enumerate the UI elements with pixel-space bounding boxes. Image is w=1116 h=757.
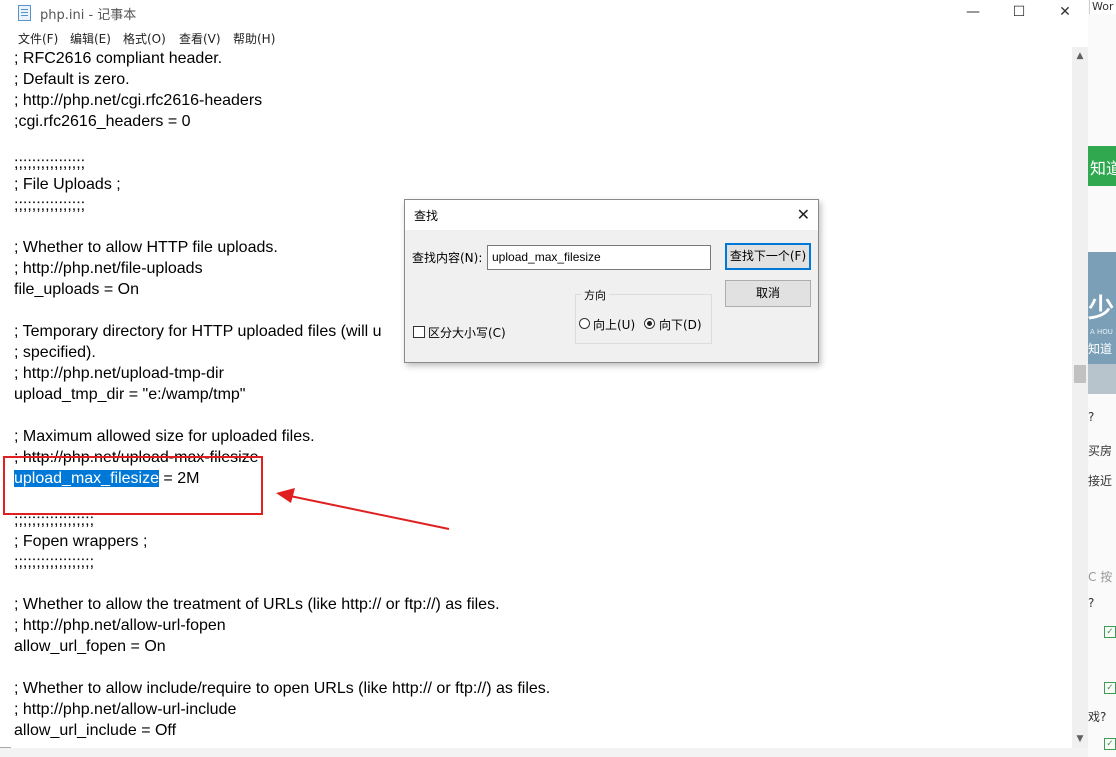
- vertical-scrollbar[interactable]: ▲ ▼: [1072, 47, 1088, 748]
- background-photo-text: 少: [1088, 294, 1115, 324]
- menu-view[interactable]: 查看(V): [179, 30, 221, 47]
- editor-line: ; Whether to allow HTTP file uploads.: [14, 239, 278, 256]
- background-text-2: 接近: [1088, 474, 1113, 488]
- match-case-checkbox[interactable]: [413, 326, 425, 338]
- background-text-question-2: ?: [1088, 596, 1095, 610]
- editor-line: ; specified).: [14, 344, 96, 361]
- background-photo-2: [1088, 364, 1116, 394]
- annotation-highlight-box: [3, 456, 263, 515]
- editor-line: ; File Uploads ;: [14, 176, 121, 193]
- editor-line: ; Whether to allow include/require to op…: [14, 680, 551, 697]
- direction-up-radio[interactable]: [579, 318, 590, 329]
- text-editor[interactable]: ; RFC2616 compliant header. ; Default is…: [11, 47, 1072, 748]
- cancel-button[interactable]: 取消: [725, 280, 811, 307]
- menu-format[interactable]: 格式(O): [123, 30, 166, 47]
- editor-line: file_uploads = On: [14, 281, 139, 298]
- find-dialog-close-button[interactable]: ✕: [797, 205, 810, 224]
- background-text-1: 买房: [1088, 444, 1113, 458]
- find-next-button[interactable]: 查找下一个(F): [725, 243, 811, 270]
- maximize-button[interactable]: ☐: [996, 0, 1042, 26]
- background-banner-text: 知道: [1090, 159, 1116, 178]
- find-dialog-title: 查找: [414, 209, 439, 223]
- menu-help[interactable]: 帮助(H): [233, 30, 275, 47]
- editor-line: ;cgi.rfc2616_headers = 0: [14, 113, 191, 130]
- background-photo-subtext: A HOU: [1090, 328, 1113, 336]
- editor-line: ; http://php.net/cgi.rfc2616-headers: [14, 92, 263, 109]
- background-refresh-text: C 按: [1088, 570, 1113, 584]
- editor-line: ; Fopen wrappers ;: [14, 533, 148, 550]
- menu-bar: 文件(F) 编辑(E) 格式(O) 查看(V) 帮助(H): [0, 26, 1088, 47]
- direction-down-radio[interactable]: [644, 318, 655, 329]
- match-case-label[interactable]: 区分大小写(C): [428, 324, 506, 341]
- editor-line: ; Temporary directory for HTTP uploaded …: [14, 323, 382, 340]
- find-dialog: 查找 ✕ 查找内容(N): upload_max_filesize 查找下一个(…: [404, 199, 819, 363]
- notepad-icon: [18, 5, 31, 21]
- editor-line: ;;;;;;;;;;;;;;;;;;: [14, 554, 95, 571]
- editor-line: ; Default is zero.: [14, 71, 130, 88]
- editor-line: ;;;;;;;;;;;;;;;;: [14, 155, 86, 172]
- window-title: php.ini - 记事本: [40, 8, 137, 23]
- scroll-down-icon[interactable]: ▼: [1072, 732, 1088, 746]
- editor-line: ; Whether to allow the treatment of URLs…: [14, 596, 500, 613]
- editor-line: ;;;;;;;;;;;;;;;;: [14, 197, 86, 214]
- editor-line: ; Maximum allowed size for uploaded file…: [14, 428, 315, 445]
- editor-line: ; http://php.net/allow-url-fopen: [14, 617, 226, 634]
- editor-line: ; http://php.net/file-uploads: [14, 260, 203, 277]
- background-edit-icon: ✓: [1104, 682, 1116, 694]
- direction-down-label[interactable]: 向下(D): [659, 316, 702, 333]
- background-green-banner: 知道: [1088, 146, 1116, 186]
- menu-edit[interactable]: 编辑(E): [70, 30, 111, 47]
- editor-line: ; RFC2616 compliant header.: [14, 50, 223, 67]
- direction-group-title: 方向: [581, 287, 609, 303]
- editor-line: allow_url_include = Off: [14, 722, 177, 739]
- minimize-button[interactable]: —: [950, 0, 996, 26]
- background-text-question: ?: [1088, 410, 1095, 424]
- background-window-title: Wor: [1089, 0, 1116, 14]
- editor-line: ; http://php.net/allow-url-include: [14, 701, 237, 718]
- direction-up-label[interactable]: 向上(U): [593, 316, 635, 333]
- scroll-up-icon[interactable]: ▲: [1072, 49, 1088, 63]
- background-photo-caption: 知道: [1088, 342, 1113, 356]
- editor-line: upload_tmp_dir = "e:/wamp/tmp": [14, 386, 246, 403]
- title-bar: php.ini - 记事本 — ☐ ✕: [0, 0, 1088, 26]
- close-button[interactable]: ✕: [1042, 0, 1088, 26]
- menu-file[interactable]: 文件(F): [18, 30, 58, 47]
- editor-line: ; http://php.net/upload-tmp-dir: [14, 365, 224, 382]
- find-what-input[interactable]: upload_max_filesize: [487, 245, 711, 270]
- find-dialog-title-bar: 查找 ✕: [405, 200, 818, 230]
- background-photo: 少 A HOU 知道: [1088, 252, 1116, 364]
- find-what-label: 查找内容(N):: [412, 251, 483, 265]
- editor-line: allow_url_fopen = On: [14, 638, 166, 655]
- background-edit-icon: ✓: [1104, 626, 1116, 638]
- background-edit-icon: ✓: [1104, 738, 1116, 750]
- scrollbar-thumb[interactable]: [1074, 365, 1086, 383]
- background-text-3: 戏?: [1088, 710, 1107, 724]
